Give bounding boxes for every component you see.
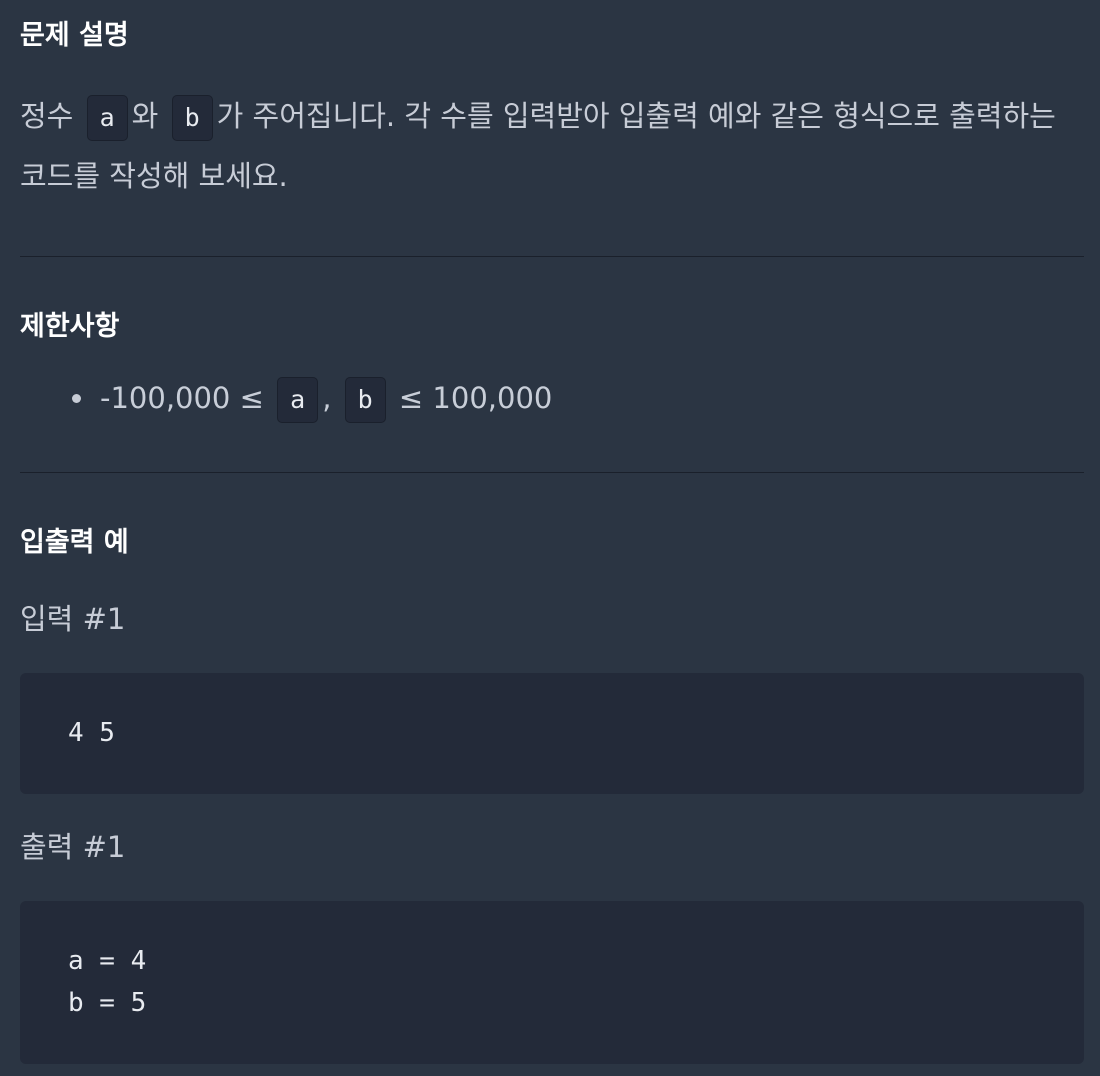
code-a: a — [277, 377, 319, 423]
description-text-part: 정수 — [20, 99, 74, 133]
constraint-item: -100,000 ≤ a, b ≤ 100,000 — [72, 373, 1084, 423]
constraint-separator: , — [322, 381, 332, 415]
bullet-icon — [72, 394, 81, 403]
code-b: b — [171, 95, 213, 141]
code-a: a — [86, 95, 128, 141]
input-code-block: 4 5 — [20, 673, 1084, 794]
code-b: b — [344, 377, 386, 423]
description-title: 문제 설명 — [20, 20, 129, 51]
constraint-prefix: -100,000 ≤ — [100, 381, 264, 415]
constraints-title: 제한사항 — [20, 311, 120, 342]
section-divider — [20, 256, 1084, 257]
section-divider — [20, 472, 1084, 473]
description-text-part: 와 — [131, 99, 159, 133]
examples-title: 입출력 예 — [20, 527, 129, 558]
constraints-list: -100,000 ≤ a, b ≤ 100,000 — [20, 373, 1084, 423]
output-label: 출력 #1 — [20, 830, 126, 864]
description-text: 정수 a와 b가 주어집니다. 각 수를 입력받아 입출력 예와 같은 형식으로… — [20, 86, 1084, 206]
output-code-block: a = 4 b = 5 — [20, 901, 1084, 1064]
input-label: 입력 #1 — [20, 602, 126, 636]
problem-page: 문제 설명 정수 a와 b가 주어집니다. 각 수를 입력받아 입출력 예와 같… — [0, 0, 1100, 1076]
constraint-suffix: ≤ 100,000 — [398, 381, 553, 415]
